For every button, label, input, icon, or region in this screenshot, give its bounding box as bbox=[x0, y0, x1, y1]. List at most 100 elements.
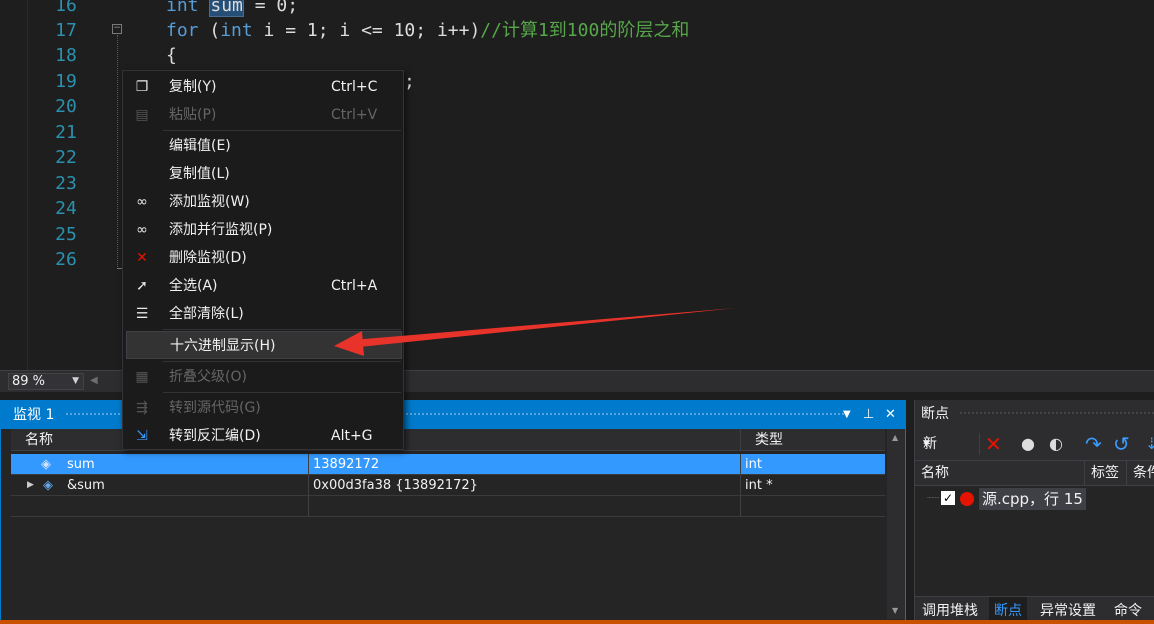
indicator-margin bbox=[0, 0, 28, 370]
menu-item-collapse-parent[interactable]: ▦ 折叠父级(O) bbox=[123, 363, 403, 391]
menu-item-label: 复制(Y) bbox=[169, 79, 217, 95]
menu-item-go-to-source[interactable]: ⇶ 转到源代码(G) bbox=[123, 394, 403, 422]
menu-item-label: 转到源代码(G) bbox=[169, 400, 261, 416]
column-header-condition[interactable]: 条件 bbox=[1127, 461, 1154, 485]
toolbar-separator bbox=[979, 433, 980, 455]
menu-item-copy-value[interactable]: 复制值(L) bbox=[123, 160, 403, 188]
menu-item-label: 十六进制显示(H) bbox=[170, 338, 276, 354]
watch-empty-row[interactable] bbox=[11, 496, 885, 517]
line-number: 16 bbox=[55, 0, 77, 16]
select-all-icon: ➚ bbox=[136, 278, 148, 294]
collapse-parent-icon: ▦ bbox=[135, 369, 149, 385]
code-line-18[interactable]: { bbox=[166, 43, 177, 68]
disassembly-icon: ⇲ bbox=[136, 428, 148, 444]
vertical-scrollbar[interactable]: ▲ ▼ bbox=[887, 429, 905, 619]
breakpoint-enabled-checkbox[interactable]: ✓ bbox=[941, 491, 955, 505]
keyword: for bbox=[166, 20, 199, 41]
menu-item-add-parallel-watch[interactable]: ∞ 添加并行监视(P) bbox=[123, 216, 403, 244]
highlighted-variable[interactable]: sum bbox=[209, 0, 244, 17]
column-header-name[interactable]: 名称 bbox=[915, 461, 1085, 485]
line-number: 23 bbox=[55, 173, 77, 194]
column-header-type[interactable]: 类型 bbox=[741, 429, 885, 451]
code-line-16[interactable]: int sum = 0; bbox=[166, 0, 298, 18]
menu-item-go-to-disassembly[interactable]: ⇲ 转到反汇编(D) Alt+G bbox=[123, 422, 403, 450]
menu-item-add-watch[interactable]: ∞ 添加监视(W) bbox=[123, 188, 403, 216]
context-menu: ❐ 复制(Y) Ctrl+C ▤ 粘贴(P) Ctrl+V 编辑值(E) 复制值(L) … bbox=[122, 70, 404, 450]
more-toolbar-icon[interactable]: ⇣ bbox=[1145, 428, 1154, 460]
expand-arrow-icon[interactable]: ▶ bbox=[27, 475, 34, 496]
menu-item-shortcut: Ctrl+A bbox=[331, 278, 378, 294]
watch-row-name: &sum bbox=[67, 478, 105, 493]
glasses-icon: ∞ bbox=[136, 222, 148, 238]
menu-item-shortcut: Ctrl+C bbox=[331, 79, 378, 95]
go-to-source-icon[interactable]: ↺ bbox=[1113, 428, 1130, 460]
menu-item-paste[interactable]: ▤ 粘贴(P) Ctrl+V bbox=[123, 101, 403, 129]
scroll-left-icon[interactable]: ◀ bbox=[90, 375, 98, 386]
chevron-down-icon: ▼ bbox=[923, 439, 930, 449]
menu-item-label: 全选(A) bbox=[169, 278, 218, 294]
collapse-toggle-icon[interactable]: − bbox=[112, 24, 122, 34]
code-line-19-tail[interactable]: ; bbox=[404, 69, 415, 94]
menu-item-select-all[interactable]: ➚ 全选(A) Ctrl+A bbox=[123, 272, 403, 300]
zoom-value: 89 % bbox=[12, 374, 46, 389]
scroll-up-icon[interactable]: ▲ bbox=[892, 433, 898, 442]
watch-type-cell bbox=[741, 496, 885, 517]
clear-all-icon: ☰ bbox=[135, 306, 149, 322]
watch-row[interactable]: ▶ ◈ &sum 0x00d3fa38 {13892172} int * bbox=[11, 475, 885, 496]
line-number: 21 bbox=[55, 122, 77, 143]
pin-icon[interactable]: ⊥ bbox=[863, 401, 874, 429]
glasses-icon: ∞ bbox=[136, 194, 148, 210]
watch-row-name: sum bbox=[67, 457, 95, 472]
watch-name-cell[interactable] bbox=[11, 496, 309, 517]
scroll-down-icon[interactable]: ▼ bbox=[892, 606, 898, 615]
redo-icon[interactable]: ↷ bbox=[1085, 428, 1102, 460]
chevron-down-icon: ▼ bbox=[72, 376, 79, 386]
tree-line: ┈┈ bbox=[927, 493, 940, 504]
watch-row-value[interactable]: 0x00d3fa38 {13892172} bbox=[309, 475, 741, 496]
watch-name-cell: ▶ ◈ &sum bbox=[11, 475, 309, 496]
delete-all-breakpoints-icon[interactable]: ● bbox=[1021, 428, 1035, 460]
keyword: int bbox=[166, 0, 199, 16]
line-number: 22 bbox=[55, 147, 77, 168]
menu-item-label: 编辑值(E) bbox=[169, 138, 231, 154]
menu-item-hex-display[interactable]: 十六进制显示(H) bbox=[126, 331, 402, 359]
watch-row-type: int bbox=[745, 457, 762, 472]
paste-icon: ▤ bbox=[135, 107, 149, 123]
delete-icon[interactable]: ✕ bbox=[985, 428, 1002, 460]
menu-item-label: 删除监视(D) bbox=[169, 250, 247, 266]
line-number: 17 bbox=[55, 20, 77, 41]
menu-separator bbox=[163, 361, 401, 362]
code-text: ( bbox=[198, 20, 221, 41]
breakpoint-icon bbox=[960, 492, 974, 506]
code-text: i = 1; i <= 10; i++) bbox=[252, 20, 481, 41]
watch-name-cell: ◈ sum bbox=[11, 454, 309, 475]
toggle-breakpoints-icon[interactable]: ◐ bbox=[1049, 428, 1063, 460]
menu-item-label: 转到反汇编(D) bbox=[169, 428, 261, 444]
breakpoint-row[interactable]: ┈┈ ✓ 源.cpp，行 15 bbox=[915, 488, 1154, 510]
menu-item-delete-watch[interactable]: ✕ 删除监视(D) bbox=[123, 244, 403, 272]
go-to-source-icon: ⇶ bbox=[136, 400, 148, 416]
breakpoints-titlebar[interactable]: 断点 bbox=[915, 400, 1154, 428]
watch-row[interactable]: ◈ sum 13892172 int bbox=[11, 454, 885, 475]
breakpoints-panel: 断点 新建 ▼ ✕ ● ◐ ↷ ↺ ⇣ 名称 标签 条件 ┈┈ ✓ 源.cpp，… bbox=[914, 400, 1154, 624]
menu-item-shortcut: Alt+G bbox=[331, 428, 373, 444]
line-number: 18 bbox=[55, 45, 77, 66]
menu-separator bbox=[163, 329, 401, 330]
menu-item-edit-value[interactable]: 编辑值(E) bbox=[123, 132, 403, 160]
window-position-dropdown-icon[interactable]: ▼ bbox=[843, 401, 851, 429]
menu-item-label: 折叠父级(O) bbox=[169, 369, 247, 385]
menu-item-copy[interactable]: ❐ 复制(Y) Ctrl+C bbox=[123, 73, 403, 101]
watch-row-value[interactable]: 13892172 bbox=[309, 454, 741, 475]
close-icon[interactable]: ✕ bbox=[885, 401, 896, 429]
code-line-17[interactable]: for (int i = 1; i <= 10; i++)//计算1到100的阶… bbox=[166, 18, 689, 43]
zoom-dropdown[interactable]: 89 % ▼ bbox=[8, 373, 84, 390]
menu-item-label: 粘贴(P) bbox=[169, 107, 217, 123]
code-text: = 0; bbox=[243, 0, 299, 16]
breakpoints-title: 断点 bbox=[921, 406, 949, 422]
column-header-label[interactable]: 标签 bbox=[1085, 461, 1127, 485]
menu-item-label: 添加监视(W) bbox=[169, 194, 250, 210]
watch-row-type: int * bbox=[745, 478, 773, 493]
line-number: 24 bbox=[55, 198, 77, 219]
visual-studio-window: 16 17 18 19 20 21 22 23 24 25 26 int sum… bbox=[0, 0, 1154, 624]
menu-item-clear-all[interactable]: ☰ 全部清除(L) bbox=[123, 300, 403, 328]
